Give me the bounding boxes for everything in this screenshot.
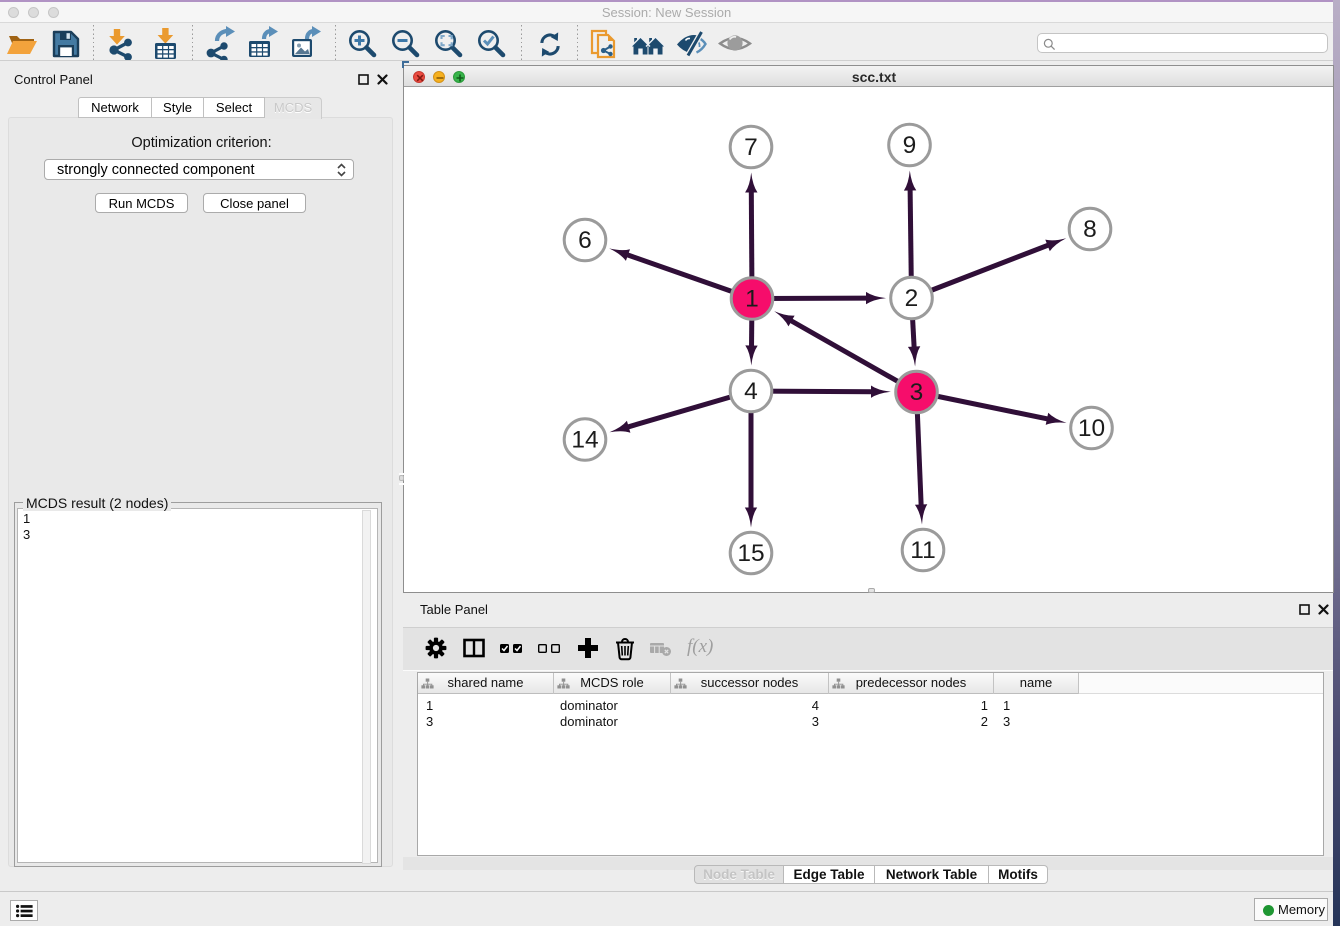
svg-text:9: 9 [903, 132, 917, 159]
svg-text:7: 7 [744, 134, 758, 161]
svg-text:1: 1 [745, 286, 759, 313]
svg-text:8: 8 [1083, 216, 1097, 243]
svg-text:10: 10 [1078, 415, 1105, 442]
svg-text:11: 11 [910, 537, 935, 564]
svg-text:15: 15 [737, 540, 764, 567]
svg-text:14: 14 [571, 427, 598, 454]
svg-text:4: 4 [744, 378, 758, 405]
svg-text:6: 6 [578, 227, 592, 254]
svg-text:3: 3 [910, 379, 924, 406]
svg-text:2: 2 [905, 285, 919, 312]
